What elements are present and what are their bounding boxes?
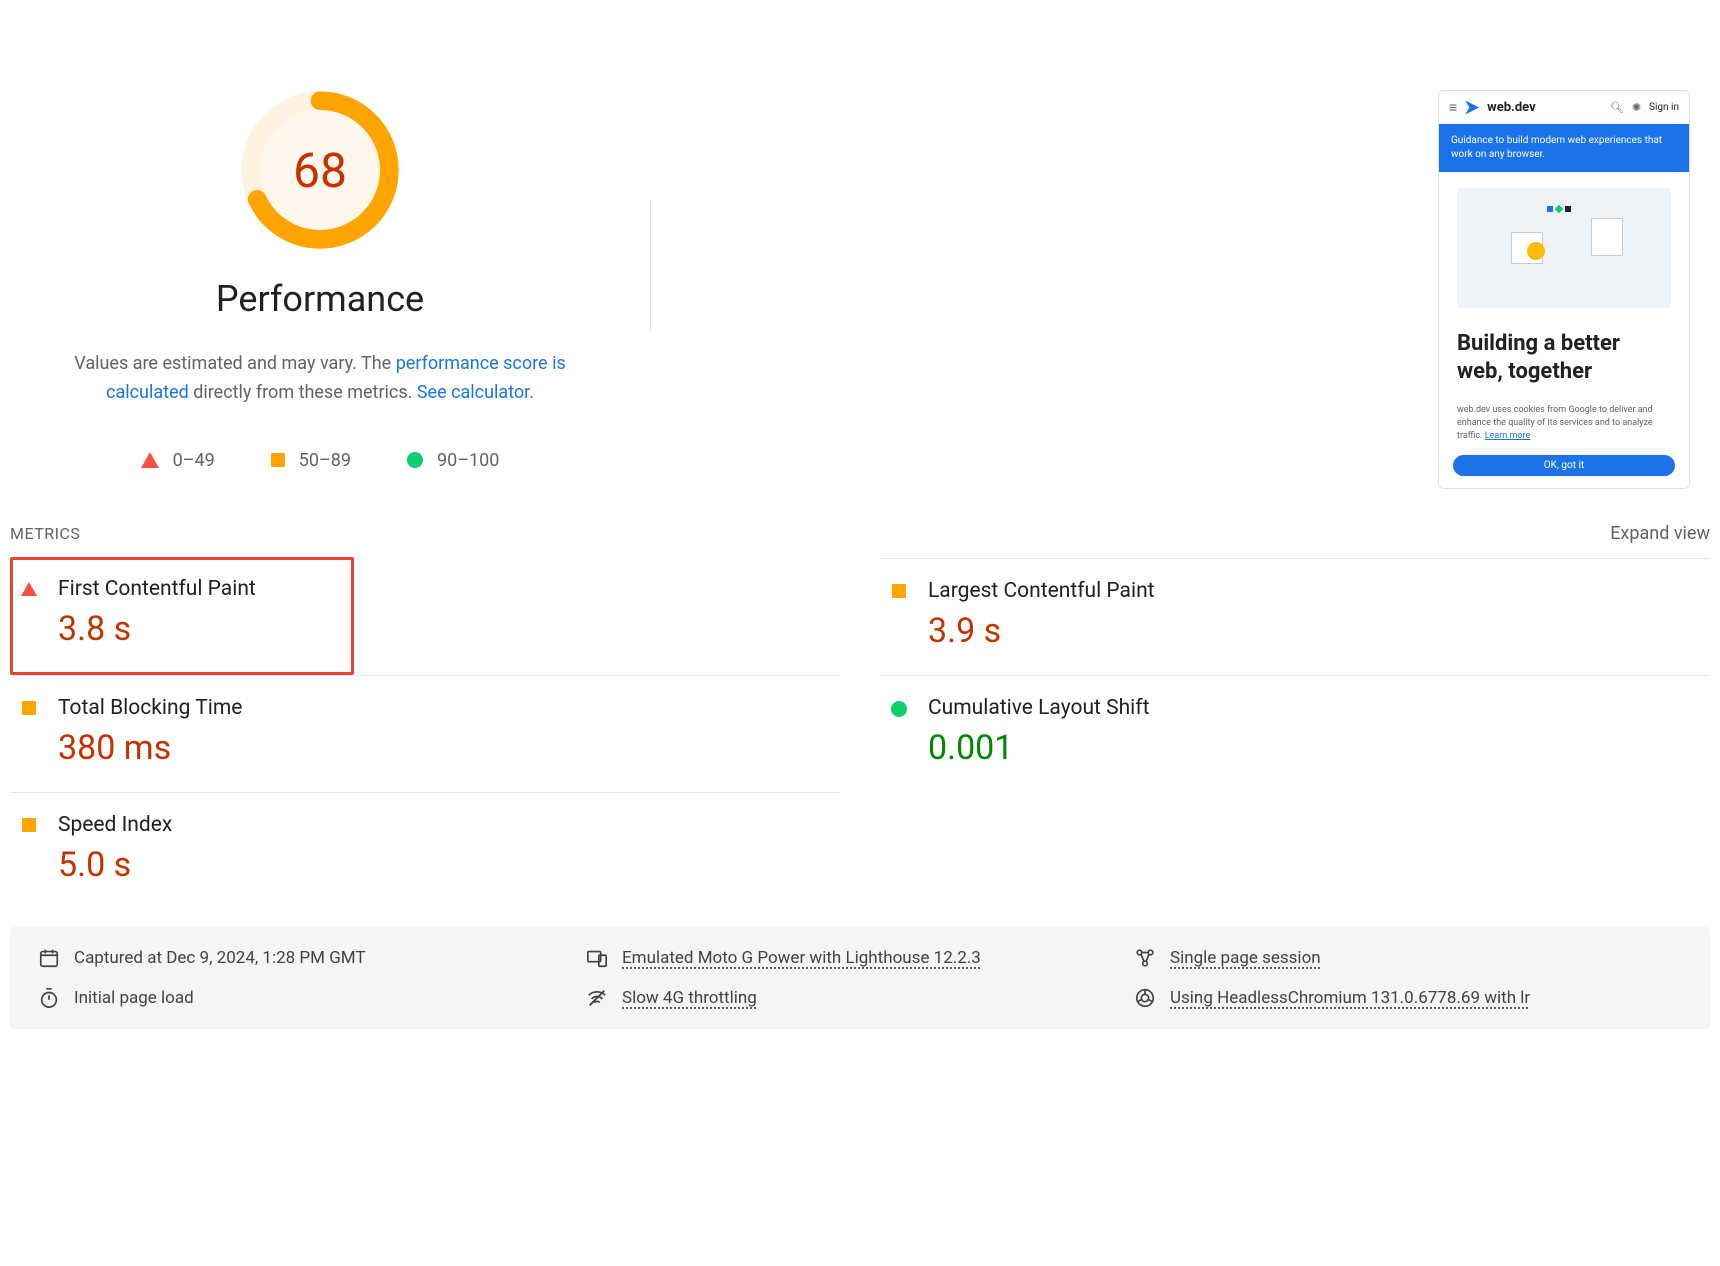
legend-poor: 0–49 — [141, 450, 215, 471]
cookie-learn-more-link: Learn more — [1485, 431, 1531, 441]
emulated-device: Emulated Moto G Power with Lighthouse 12… — [586, 947, 1134, 969]
performance-description: Values are estimated and may vary. The p… — [50, 350, 590, 408]
preview-topbar: ≡ web.dev 🔍︎ ✺ Sign in — [1439, 91, 1689, 124]
legend-good-label: 90–100 — [437, 450, 499, 471]
performance-title: Performance — [216, 278, 424, 320]
network-nodes-icon — [1134, 947, 1156, 969]
spacer — [651, 90, 1438, 489]
chrome-icon — [1134, 987, 1156, 1009]
desc-text: Values are estimated and may vary. The — [74, 353, 395, 374]
page-preview: ≡ web.dev 🔍︎ ✺ Sign in Guidance to build… — [1438, 90, 1690, 489]
load-text: Initial page load — [74, 988, 194, 1008]
preview-headline: Building a better web, together — [1439, 324, 1689, 396]
throttling: Slow 4G throttling — [586, 987, 1134, 1009]
metric-value: 3.8 s — [58, 609, 256, 649]
page-load-type: Initial page load — [38, 987, 586, 1009]
run-info-footer: Captured at Dec 9, 2024, 1:28 PM GMT Emu… — [10, 927, 1710, 1029]
metric-value: 5.0 s — [58, 845, 172, 885]
metric-value: 380 ms — [58, 728, 242, 768]
site-logo-icon — [1465, 101, 1479, 115]
circle-green-icon — [891, 701, 907, 717]
metric-value: 0.001 — [928, 728, 1149, 768]
metric-speed-index[interactable]: Speed Index 5.0 s — [10, 792, 840, 909]
metric-title: Cumulative Layout Shift — [928, 696, 1149, 720]
legend-good: 90–100 — [407, 450, 499, 471]
check-badge-icon — [1527, 242, 1545, 260]
calendar-icon — [38, 947, 60, 969]
browser-info: Using HeadlessChromium 131.0.6778.69 wit… — [1134, 987, 1682, 1009]
square-orange-icon — [892, 584, 906, 598]
triangle-red-icon — [21, 582, 37, 596]
stopwatch-icon — [38, 987, 60, 1009]
metric-title: Total Blocking Time — [58, 696, 242, 720]
session-link[interactable]: Single page session — [1170, 948, 1321, 968]
signin-label: Sign in — [1649, 102, 1679, 113]
square-orange-icon — [22, 818, 36, 832]
throttling-link[interactable]: Slow 4G throttling — [622, 988, 757, 1008]
metric-largest-contentful-paint[interactable]: Largest Contentful Paint 3.9 s — [880, 558, 1710, 675]
session-type: Single page session — [1134, 947, 1682, 969]
performance-gauge: 68 — [240, 90, 400, 250]
performance-score: 68 — [240, 90, 400, 250]
score-legend: 0–49 50–89 90–100 — [141, 450, 500, 471]
preview-illustration — [1457, 188, 1671, 308]
summary-section: 68 Performance Values are estimated and … — [10, 0, 1710, 519]
see-calculator-link[interactable]: See calculator — [417, 382, 529, 403]
desc-text: . — [529, 382, 534, 403]
score-panel: 68 Performance Values are estimated and … — [10, 90, 630, 489]
metric-title: First Contentful Paint — [58, 577, 256, 601]
metrics-header: METRICS Expand view — [10, 519, 1710, 558]
square-orange-icon — [22, 701, 36, 715]
legend-poor-label: 0–49 — [173, 450, 215, 471]
legend-average: 50–89 — [271, 450, 351, 471]
illus-dots — [1547, 206, 1571, 212]
captured-at: Captured at Dec 9, 2024, 1:28 PM GMT — [38, 947, 586, 969]
preview-card: ≡ web.dev 🔍︎ ✺ Sign in Guidance to build… — [1438, 90, 1690, 489]
metric-empty — [880, 792, 1710, 909]
network-throttle-icon — [586, 987, 608, 1009]
legend-avg-label: 50–89 — [299, 450, 351, 471]
captured-text: Captured at Dec 9, 2024, 1:28 PM GMT — [74, 948, 366, 968]
metrics-section-label: METRICS — [10, 524, 80, 543]
metric-value: 3.9 s — [928, 611, 1155, 651]
desc-text: directly from these metrics. — [189, 382, 417, 403]
metric-first-contentful-paint[interactable]: First Contentful Paint 3.8 s — [10, 557, 354, 675]
metrics-grid: First Contentful Paint 3.8 s Largest Con… — [10, 558, 1710, 909]
metric-total-blocking-time[interactable]: Total Blocking Time 380 ms — [10, 675, 840, 792]
search-icon: 🔍︎ — [1610, 101, 1624, 114]
circle-green-icon — [407, 452, 423, 468]
devices-icon — [586, 947, 608, 969]
preview-cookie-text: web.dev uses cookies from Google to deli… — [1439, 396, 1689, 447]
theme-icon: ✺ — [1632, 101, 1641, 114]
metric-title: Largest Contentful Paint — [928, 579, 1155, 603]
emulated-device-link[interactable]: Emulated Moto G Power with Lighthouse 12… — [622, 948, 981, 968]
menu-icon: ≡ — [1449, 99, 1457, 116]
metric-cumulative-layout-shift[interactable]: Cumulative Layout Shift 0.001 — [880, 675, 1710, 792]
metric-title: Speed Index — [58, 813, 172, 837]
expand-view-button[interactable]: Expand view — [1610, 523, 1710, 544]
square-orange-icon — [271, 453, 285, 467]
site-name: web.dev — [1487, 100, 1536, 115]
preview-ok-button: OK, got it — [1453, 455, 1675, 476]
preview-banner: Guidance to build modern web experiences… — [1439, 124, 1689, 172]
triangle-red-icon — [141, 452, 159, 468]
browser-link[interactable]: Using HeadlessChromium 131.0.6778.69 wit… — [1170, 988, 1530, 1008]
